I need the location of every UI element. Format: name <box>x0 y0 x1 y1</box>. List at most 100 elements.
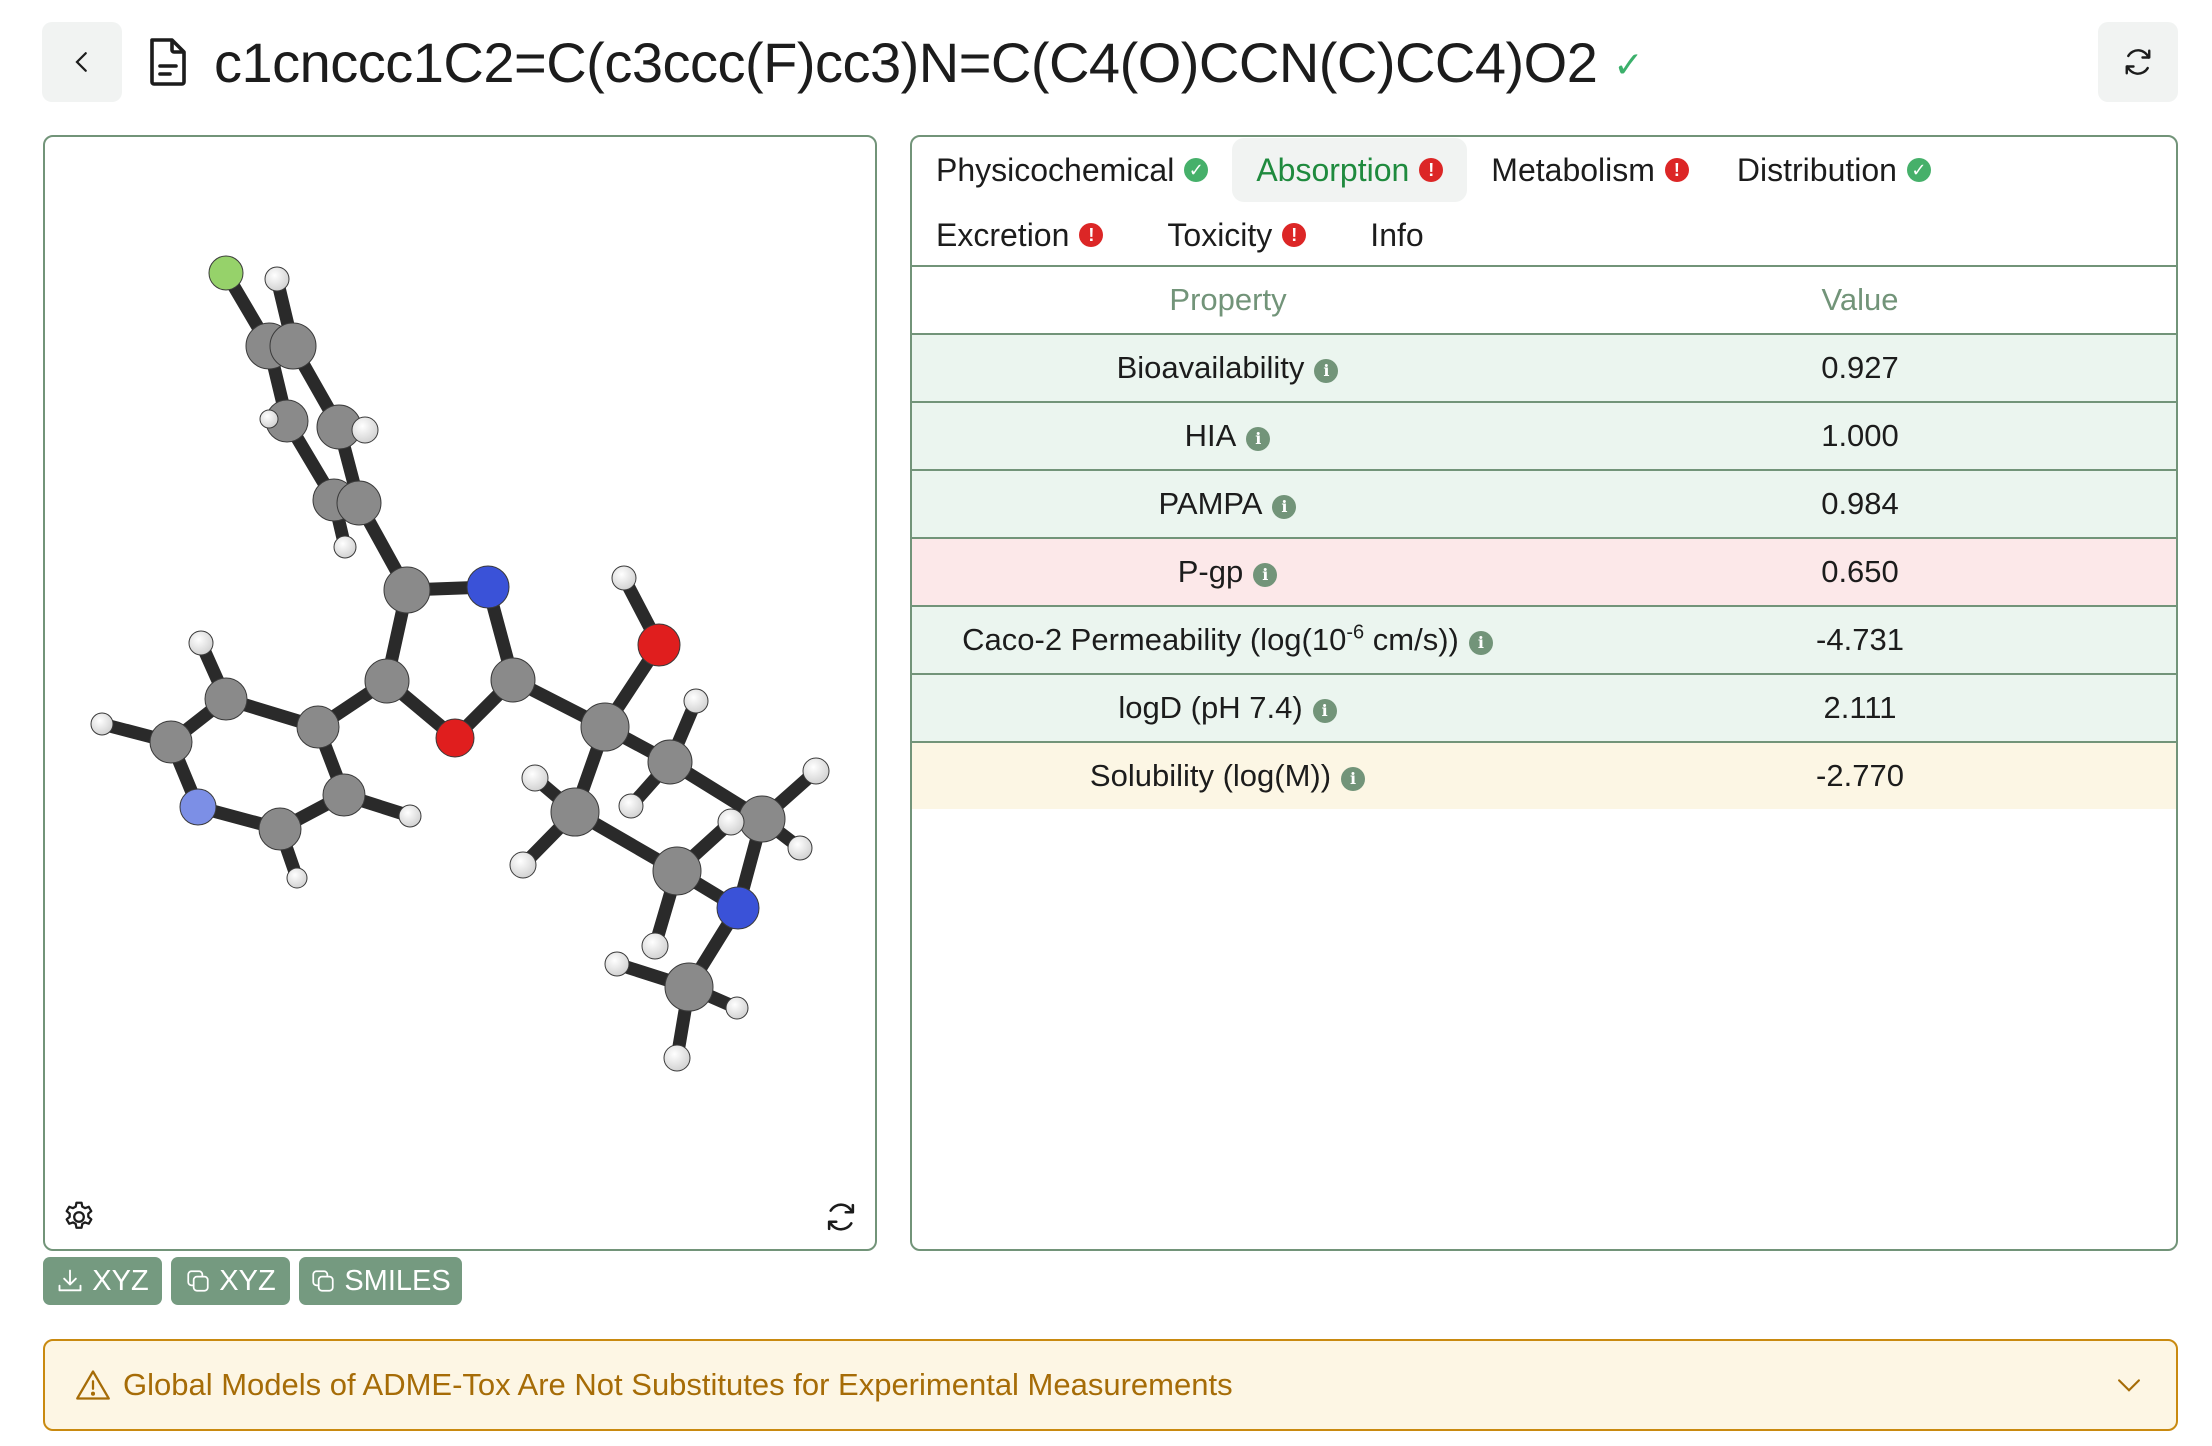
table-row: logD (pH 7.4) i 2.111 <box>912 674 2176 743</box>
column-header-value: Value <box>1544 267 2176 335</box>
viewer-reset-button[interactable] <box>819 1195 863 1239</box>
tab-bar-row-2: Excretion! Toxicity! Info <box>912 203 1448 267</box>
value-cell: -4.731 <box>1544 606 2176 675</box>
value-cell: 0.984 <box>1544 470 2176 539</box>
viewer-settings-button[interactable] <box>57 1195 101 1239</box>
refresh-icon <box>827 1203 855 1231</box>
table-row: P-gp i 0.650 <box>912 538 2176 607</box>
property-cell: Caco-2 Permeability (log(10-6 cm/s)) i <box>912 606 1544 675</box>
table-row: Bioavailability i 0.927 <box>912 334 2176 403</box>
property-cell: HIA i <box>912 402 1544 471</box>
tab-info[interactable]: Info <box>1346 203 1447 267</box>
tab-distribution[interactable]: Distribution ✓ <box>1713 138 1955 202</box>
carbon-atom <box>336 480 382 526</box>
table-row: PAMPA i 0.984 <box>912 470 2176 539</box>
tab-excretion[interactable]: Excretion! <box>912 203 1127 267</box>
tab-absorption[interactable]: Absorption! <box>1232 138 1468 202</box>
property-cell: P-gp i <box>912 538 1544 607</box>
carbon-atom <box>580 702 630 752</box>
property-exponent: -6 <box>1346 621 1365 644</box>
hydrogen-atom <box>725 996 749 1020</box>
property-cell: PAMPA i <box>912 470 1544 539</box>
value-cell: 0.927 <box>1544 334 2176 403</box>
tab-metabolism[interactable]: Metabolism! <box>1467 138 1713 202</box>
document-icon <box>150 38 186 86</box>
info-icon[interactable]: i <box>1468 630 1493 655</box>
carbon-atom <box>296 705 340 749</box>
property-cell: logD (pH 7.4) i <box>912 674 1544 743</box>
carbon-atom <box>664 962 714 1012</box>
download-icon <box>58 1269 82 1292</box>
property-cell: Solubility (log(M)) i <box>912 742 1544 809</box>
check-icon: ✓ <box>1613 44 1644 85</box>
info-icon[interactable]: i <box>1314 358 1339 383</box>
hydrogen-atom <box>286 867 308 889</box>
carbon-atom <box>269 322 317 370</box>
chevron-left-icon <box>75 52 87 72</box>
warning-triangle-icon <box>75 1368 111 1402</box>
property-name-part: Caco-2 Permeability (log(10 <box>962 622 1347 658</box>
hydrogen-atom <box>663 1044 691 1072</box>
property-name: logD (pH 7.4) <box>1118 690 1303 725</box>
info-icon[interactable]: i <box>1246 426 1271 451</box>
value-cell: 0.650 <box>1544 538 2176 607</box>
nitrogen-atom <box>466 565 510 609</box>
download-xyz-button[interactable]: XYZ <box>43 1257 162 1305</box>
tab-label: Absorption <box>1256 151 1410 188</box>
copy-xyz-button[interactable]: XYZ <box>171 1257 290 1305</box>
property-name: P-gp <box>1177 554 1244 589</box>
hydrogen-atom <box>188 630 214 656</box>
hydrogen-atom <box>264 266 290 292</box>
carbon-atom <box>550 787 600 837</box>
table-row: HIA i 1.000 <box>912 402 2176 471</box>
property-name: Bioavailability <box>1116 350 1305 385</box>
molecule-viewer[interactable] <box>43 135 877 1251</box>
page-header: c1cnccc1C2=C(c3ccc(F)cc3)N=C(C4(O)CCN(C)… <box>146 22 1644 102</box>
column-header-property: Property <box>912 267 1544 335</box>
check-circle-icon: ✓ <box>1184 158 1209 182</box>
info-icon[interactable]: i <box>1341 766 1366 791</box>
info-icon[interactable]: i <box>1272 494 1297 519</box>
copy-smiles-button[interactable]: SMILES <box>299 1257 462 1305</box>
tab-physicochemical[interactable]: Physicochemical ✓ <box>912 138 1232 202</box>
smiles-title: c1cnccc1C2=C(c3ccc(F)cc3)N=C(C4(O)CCN(C)… <box>214 30 1598 94</box>
disclaimer-accordion[interactable]: Global Models of ADME-Tox Are Not Substi… <box>43 1339 2178 1431</box>
table-row: Solubility (log(M)) i -2.770 <box>912 742 2176 809</box>
hydrogen-atom <box>509 851 537 879</box>
value-cell: 1.000 <box>1544 402 2176 471</box>
alert-circle-icon: ! <box>1079 223 1104 247</box>
gear-icon <box>65 1201 93 1229</box>
carbon-atom <box>647 739 693 785</box>
copy-icon <box>312 1270 334 1292</box>
carbon-atom <box>258 807 302 851</box>
disclaimer-text: Global Models of ADME-Tox Are Not Substi… <box>123 1367 1233 1402</box>
tab-label: Physicochemical <box>936 151 1175 188</box>
refresh-button[interactable] <box>2098 22 2178 102</box>
tab-label: Info <box>1370 216 1424 253</box>
chevron-down-icon[interactable] <box>2112 1369 2146 1408</box>
hydrogen-atom <box>521 764 549 792</box>
back-button[interactable] <box>42 22 122 102</box>
alert-circle-icon: ! <box>1282 223 1307 247</box>
hydrogen-atom <box>787 835 813 861</box>
molecule-3d-render[interactable] <box>43 135 877 1251</box>
property-name: HIA <box>1184 418 1237 453</box>
fluorine-atom <box>208 255 244 291</box>
value-cell: -2.770 <box>1544 742 2176 809</box>
carbon-atom <box>383 566 431 614</box>
check-circle-icon: ✓ <box>1906 158 1931 182</box>
carbon-atom <box>490 657 536 703</box>
carbon-atom <box>738 795 786 843</box>
info-icon[interactable]: i <box>1253 562 1278 587</box>
nitrogen-atom <box>179 788 217 826</box>
table-header-row: Property Value <box>912 267 2176 335</box>
nitrogen-atom <box>716 886 760 930</box>
absorption-table: Property Value Bioavailability i 0.927 HI… <box>912 267 2176 809</box>
button-label: XYZ <box>92 1264 149 1297</box>
button-label: SMILES <box>344 1264 451 1297</box>
alert-circle-icon: ! <box>1664 158 1689 182</box>
info-icon[interactable]: i <box>1312 698 1337 723</box>
hydrogen-atom <box>604 951 630 977</box>
property-name: Caco-2 Permeability (log(10-6 cm/s)) <box>962 622 1459 657</box>
tab-toxicity[interactable]: Toxicity! <box>1143 203 1330 267</box>
